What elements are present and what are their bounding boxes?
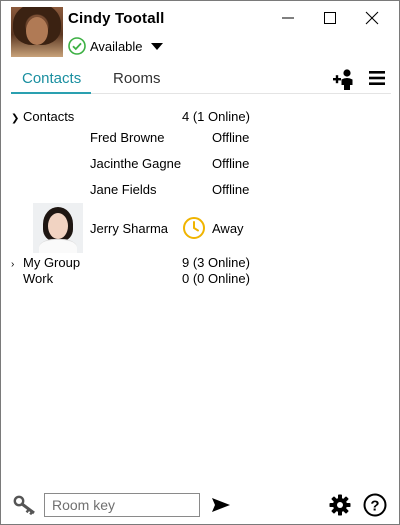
status-label: Available — [90, 38, 143, 54]
add-contact-icon — [333, 69, 353, 90]
avatar-face — [26, 17, 48, 45]
active-tab-indicator — [11, 92, 91, 94]
contact-status: Offline — [212, 156, 250, 171]
contact-jacinthe-gagne[interactable]: Jacinthe Gagne — [90, 156, 181, 171]
maximize-icon — [324, 12, 336, 24]
user-name: Cindy Tootall — [68, 10, 165, 27]
chevron-down-icon — [150, 42, 163, 50]
room-key-input[interactable] — [44, 493, 200, 517]
maximize-button[interactable] — [318, 7, 342, 29]
group-contacts[interactable]: ❯ Contacts — [11, 109, 74, 124]
group-name: My Group — [23, 255, 81, 270]
close-button[interactable] — [360, 7, 384, 29]
contact-status: Offline — [212, 130, 250, 145]
avatar-body — [39, 239, 77, 253]
avatar-face — [48, 213, 68, 239]
chevron-right-icon: › — [11, 259, 15, 270]
minimize-button[interactable] — [276, 7, 300, 29]
contact-jerry-sharma[interactable]: Jerry Sharma — [90, 221, 168, 236]
close-icon — [365, 11, 379, 25]
send-button[interactable] — [211, 497, 231, 513]
send-icon — [212, 498, 230, 512]
group-name: Work — [23, 271, 54, 286]
help-button[interactable]: ? — [363, 493, 387, 517]
user-avatar[interactable] — [11, 7, 63, 57]
menu-button[interactable] — [367, 68, 387, 88]
group-count: 4 (1 Online) — [182, 109, 250, 124]
tab-rooms[interactable]: Rooms — [113, 70, 161, 87]
group-my-group[interactable]: › My Group — [11, 255, 80, 270]
clock-icon — [183, 217, 205, 239]
contact-avatar — [33, 203, 83, 253]
status-selector[interactable]: Available — [68, 37, 163, 55]
add-contact-button[interactable] — [332, 67, 356, 91]
contact-fred-browne[interactable]: Fred Browne — [90, 130, 164, 145]
chevron-down-icon: ❯ — [11, 113, 20, 124]
key-icon — [13, 495, 35, 515]
group-name: Contacts — [23, 109, 75, 124]
hamburger-menu-icon — [369, 71, 385, 85]
group-count: 9 (3 Online) — [182, 255, 250, 270]
tab-contacts[interactable]: Contacts — [22, 70, 81, 87]
group-work[interactable]: Work — [11, 271, 53, 286]
contact-status: Away — [212, 221, 244, 236]
group-count: 0 (0 Online) — [182, 271, 250, 286]
help-icon: ? — [363, 493, 387, 517]
chat-window: Cindy Tootall Available Contacts Rooms ❯… — [0, 0, 400, 525]
available-check-icon — [68, 37, 86, 55]
settings-button[interactable] — [329, 494, 351, 516]
svg-text:?: ? — [370, 498, 379, 515]
contact-jane-fields[interactable]: Jane Fields — [90, 182, 156, 197]
contact-status: Offline — [212, 182, 250, 197]
minimize-icon — [282, 17, 294, 19]
gear-icon — [329, 494, 351, 516]
